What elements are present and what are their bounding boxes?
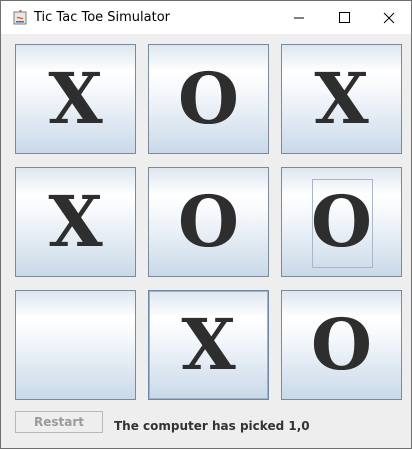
cell-0-2[interactable]: X: [281, 44, 402, 154]
status-text: The computer has picked 1,0: [114, 419, 310, 433]
cell-mark: X: [48, 180, 103, 263]
cell-2-2[interactable]: O: [281, 290, 402, 400]
cell-mark: O: [178, 57, 239, 140]
cell-mark: X: [314, 57, 369, 140]
cell-mark: O: [311, 303, 372, 386]
maximize-button[interactable]: [322, 1, 368, 34]
restart-button[interactable]: Restart: [15, 411, 103, 433]
cell-1-0[interactable]: X: [15, 167, 136, 277]
maximize-icon: [339, 12, 350, 23]
app-window: Tic Tac Toe Simulator X O X X O O X O Re…: [0, 0, 412, 449]
cell-mark: O: [178, 180, 239, 263]
cell-mark: X: [48, 57, 103, 140]
cell-2-0[interactable]: [15, 290, 136, 400]
cell-0-1[interactable]: O: [148, 44, 269, 154]
close-icon: [383, 12, 395, 24]
title-bar: Tic Tac Toe Simulator: [1, 1, 411, 34]
minimize-button[interactable]: [276, 1, 322, 34]
minimize-icon: [294, 17, 304, 19]
cell-mark: X: [181, 303, 236, 386]
close-button[interactable]: [366, 1, 412, 34]
cell-1-2[interactable]: O: [281, 167, 402, 277]
window-title: Tic Tac Toe Simulator: [34, 10, 171, 25]
cell-1-1[interactable]: O: [148, 167, 269, 277]
focus-ring: [312, 179, 373, 268]
cell-0-0[interactable]: X: [15, 44, 136, 154]
cell-2-1[interactable]: X: [148, 290, 269, 400]
java-app-icon: [13, 9, 29, 25]
